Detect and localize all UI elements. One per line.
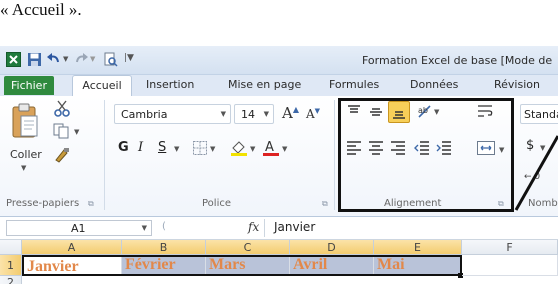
- clipboard-group-label: Presse-papiers: [6, 198, 80, 209]
- pointer-arrow: [514, 135, 558, 211]
- font-name-dropdown-icon[interactable]: ▼: [221, 110, 226, 118]
- insert-function-button[interactable]: fx: [248, 220, 259, 234]
- column-header-c[interactable]: C: [206, 240, 290, 255]
- name-box-dropdown-icon[interactable]: ▼: [142, 224, 147, 232]
- font-group-label: Police: [202, 198, 231, 209]
- number-format-box[interactable]: Standa: [520, 104, 558, 124]
- formula-input[interactable]: Janvier: [274, 220, 315, 234]
- row-header-2[interactable]: 2: [0, 276, 22, 284]
- cell-f1[interactable]: [462, 255, 558, 276]
- name-box[interactable]: A1 ▼: [6, 220, 152, 236]
- column-header-f[interactable]: F: [462, 240, 558, 255]
- column-header-e[interactable]: E: [374, 240, 462, 255]
- font-name-box[interactable]: Cambria ▼: [114, 104, 231, 124]
- font-size-dropdown-icon[interactable]: ▼: [264, 110, 269, 118]
- formula-bar-grip-icon[interactable]: (: [162, 221, 166, 232]
- copy-dropdown-icon[interactable]: ▼: [74, 128, 79, 136]
- title-bar: ▼ ▼ |▼ Formation Excel de base [Mode de: [0, 46, 558, 75]
- fill-color-dropdown-icon[interactable]: ▼: [250, 145, 255, 153]
- redo-icon[interactable]: [74, 52, 89, 67]
- underline-button[interactable]: S: [158, 140, 166, 155]
- font-size-box[interactable]: 14 ▼: [234, 104, 274, 124]
- font-name-value: Cambria: [121, 108, 168, 121]
- tab-fichier[interactable]: Fichier: [4, 76, 54, 95]
- row-header-1[interactable]: 1: [0, 255, 22, 276]
- worksheet-grid: A B C D E F 1 2 Janvier Février Mars Avr…: [0, 240, 558, 284]
- italic-button[interactable]: I: [138, 140, 143, 155]
- ribbon-accueil: Coller ▼ ▼ Presse-papiers ⧉ Cambria ▼ 14…: [0, 96, 558, 217]
- format-painter-icon[interactable]: [52, 146, 72, 164]
- selection-border: [22, 255, 462, 276]
- caption-text: « Accueil ».: [0, 0, 82, 19]
- tab-accueil[interactable]: Accueil: [72, 75, 132, 97]
- window-title: Formation Excel de base [Mode de: [362, 54, 553, 67]
- font-color-icon[interactable]: A: [262, 138, 280, 158]
- shrink-font-icon[interactable]: A▼: [306, 107, 320, 121]
- redo-dropdown-icon[interactable]: ▼: [90, 55, 95, 63]
- bold-button[interactable]: G: [118, 140, 129, 155]
- tab-donnees[interactable]: Données: [410, 78, 458, 91]
- formula-bar: A1 ▼ ( fx Janvier: [0, 217, 558, 240]
- clipboard-launcher-icon[interactable]: ⧉: [88, 199, 94, 209]
- borders-dropdown-icon[interactable]: ▼: [210, 145, 215, 153]
- formula-divider: [264, 219, 265, 237]
- paste-icon[interactable]: [10, 102, 40, 142]
- grow-font-icon[interactable]: A▲: [282, 104, 299, 122]
- underline-dropdown-icon[interactable]: ▼: [174, 145, 179, 153]
- font-launcher-icon[interactable]: ⧉: [322, 199, 328, 209]
- borders-icon[interactable]: [192, 140, 208, 156]
- fill-color-icon[interactable]: [230, 139, 248, 157]
- save-icon[interactable]: [27, 52, 42, 67]
- undo-dropdown-icon[interactable]: ▼: [63, 55, 68, 63]
- tab-mise-en-page[interactable]: Mise en page: [228, 78, 301, 91]
- group-separator: [104, 100, 105, 210]
- print-preview-icon[interactable]: [103, 52, 118, 67]
- customize-qat-icon[interactable]: |▼: [124, 53, 134, 63]
- ribbon-tabs: Fichier Accueil Insertion Mise en page F…: [0, 75, 558, 97]
- tab-revision[interactable]: Révision: [494, 78, 540, 91]
- cell-reference: A1: [71, 222, 86, 235]
- column-header-b[interactable]: B: [122, 240, 206, 255]
- group-separator: [334, 100, 335, 210]
- column-header-a[interactable]: A: [22, 240, 122, 255]
- tab-formules[interactable]: Formules: [329, 78, 379, 91]
- alignment-highlight-box: [338, 98, 514, 212]
- svg-text:A: A: [265, 140, 274, 155]
- number-format-value: Standa: [524, 108, 558, 121]
- cut-icon[interactable]: [52, 100, 72, 118]
- column-header-d[interactable]: D: [290, 240, 374, 255]
- excel-window: ▼ ▼ |▼ Formation Excel de base [Mode de …: [0, 46, 558, 284]
- font-color-dropdown-icon[interactable]: ▼: [282, 145, 287, 153]
- tab-insertion[interactable]: Insertion: [146, 78, 194, 91]
- copy-icon[interactable]: [52, 122, 72, 140]
- select-all-corner[interactable]: [0, 240, 22, 255]
- paste-button-label[interactable]: Coller: [10, 148, 42, 161]
- paste-dropdown-icon[interactable]: ▼: [21, 164, 26, 172]
- font-size-value: 14: [241, 108, 255, 121]
- excel-app-icon[interactable]: [6, 52, 21, 67]
- undo-icon[interactable]: [46, 52, 61, 67]
